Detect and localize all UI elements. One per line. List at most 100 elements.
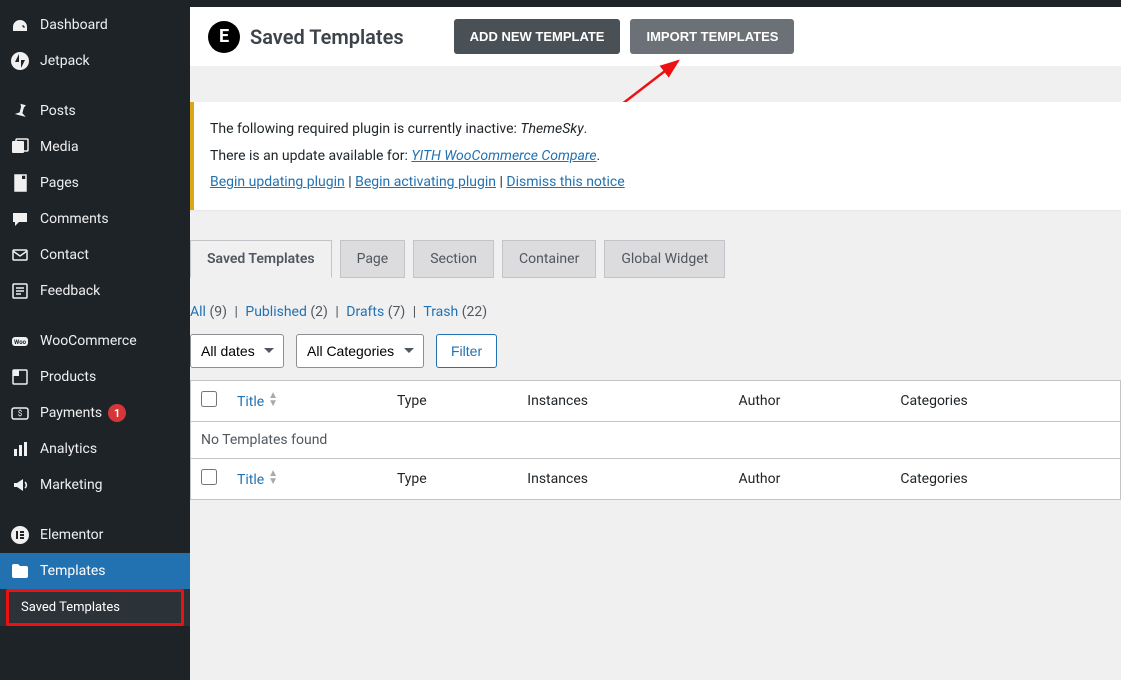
sidebar-item-label: Marketing bbox=[40, 477, 103, 493]
sidebar-item-label: Comments bbox=[40, 211, 109, 227]
notice-plugin-name: ThemeSky bbox=[520, 121, 583, 137]
admin-sidebar: Dashboard Jetpack Posts Media Pages Comments C… bbox=[0, 7, 190, 680]
sidebar-item-dashboard[interactable]: Dashboard bbox=[0, 7, 190, 43]
tab-page[interactable]: Page bbox=[340, 240, 406, 278]
templates-icon bbox=[10, 561, 30, 581]
payments-icon: $ bbox=[10, 403, 30, 423]
sidebar-item-label: Media bbox=[40, 139, 79, 155]
col-categories-footer: Categories bbox=[890, 458, 1120, 499]
page-header: E Saved Templates ADD NEW TEMPLATE IMPOR… bbox=[190, 7, 1121, 66]
tab-section[interactable]: Section bbox=[413, 240, 494, 278]
table-filters: All dates All Categories Filter bbox=[190, 334, 1121, 368]
col-author-footer: Author bbox=[729, 458, 891, 499]
sidebar-item-label: Templates bbox=[40, 563, 106, 579]
subsubsub-filter: All (9) | Published (2) | Drafts (7) | T… bbox=[190, 304, 1121, 320]
sidebar-item-label: WooCommerce bbox=[40, 333, 137, 349]
jetpack-icon bbox=[10, 51, 30, 71]
tab-global-widget[interactable]: Global Widget bbox=[604, 240, 725, 278]
woo-icon: Woo bbox=[10, 331, 30, 351]
sidebar-badge: 1 bbox=[108, 404, 126, 422]
sidebar-item-posts[interactable]: Posts bbox=[0, 93, 190, 129]
sidebar-item-label: Jetpack bbox=[40, 53, 90, 69]
svg-text:$: $ bbox=[18, 409, 23, 418]
sidebar-item-pages[interactable]: Pages bbox=[0, 165, 190, 201]
filter-trash-count: (22) bbox=[462, 304, 487, 320]
sidebar-submenu-saved-templates[interactable]: Saved Templates bbox=[6, 589, 184, 626]
category-filter-select[interactable]: All Categories bbox=[296, 334, 424, 368]
sidebar-item-analytics[interactable]: Analytics bbox=[0, 431, 190, 467]
col-instances-footer: Instances bbox=[517, 458, 728, 499]
sidebar-item-label: Dashboard bbox=[40, 17, 108, 33]
tab-container[interactable]: Container bbox=[502, 240, 596, 278]
admin-bar bbox=[0, 0, 1121, 7]
dashboard-icon bbox=[10, 15, 30, 35]
dismiss-notice-link[interactable]: Dismiss this notice bbox=[506, 174, 624, 190]
pin-icon bbox=[10, 101, 30, 121]
tab-saved-templates[interactable]: Saved Templates bbox=[190, 240, 332, 278]
sidebar-item-comments[interactable]: Comments bbox=[0, 201, 190, 237]
filter-published-count: (2) bbox=[310, 304, 328, 320]
col-title-sort[interactable]: Title▲▼ bbox=[237, 394, 278, 410]
notice-text: The following required plugin is current… bbox=[210, 121, 520, 137]
media-icon bbox=[10, 137, 30, 157]
comments-icon bbox=[10, 209, 30, 229]
sidebar-item-label: Products bbox=[40, 369, 96, 385]
filter-drafts-count: (7) bbox=[388, 304, 406, 320]
sidebar-item-label: Payments bbox=[40, 405, 102, 421]
svg-text:Woo: Woo bbox=[14, 339, 27, 346]
filter-all-count: (9) bbox=[209, 304, 227, 320]
filter-published-link[interactable]: Published bbox=[245, 304, 306, 320]
template-type-tabs: Saved TemplatesPageSectionContainerGloba… bbox=[190, 240, 1121, 278]
sidebar-item-label: Pages bbox=[40, 175, 79, 191]
sidebar-item-label: Posts bbox=[40, 103, 76, 119]
import-templates-button[interactable]: IMPORT TEMPLATES bbox=[630, 19, 794, 54]
sidebar-item-label: Elementor bbox=[40, 527, 103, 543]
select-all-checkbox[interactable] bbox=[201, 391, 217, 407]
templates-table: Title▲▼ Type Instances Author Categories… bbox=[190, 380, 1121, 500]
begin-updating-plugin-link[interactable]: Begin updating plugin bbox=[210, 174, 345, 190]
sidebar-item-media[interactable]: Media bbox=[0, 129, 190, 165]
filter-button[interactable]: Filter bbox=[436, 334, 497, 368]
sidebar-item-contact[interactable]: Contact bbox=[0, 237, 190, 273]
sidebar-item-payments[interactable]: $ Payments 1 bbox=[0, 395, 190, 431]
sidebar-item-marketing[interactable]: Marketing bbox=[0, 467, 190, 503]
date-filter-select[interactable]: All dates bbox=[190, 334, 284, 368]
filter-trash-link[interactable]: Trash bbox=[423, 304, 458, 320]
col-title-sort-footer[interactable]: Title▲▼ bbox=[237, 472, 278, 488]
products-icon bbox=[10, 367, 30, 387]
elementor-logo-icon: E bbox=[208, 21, 240, 53]
sidebar-item-templates[interactable]: Templates bbox=[0, 553, 190, 589]
elementor-icon bbox=[10, 525, 30, 545]
sidebar-item-products[interactable]: Products bbox=[0, 359, 190, 395]
admin-notice: The following required plugin is current… bbox=[190, 102, 1121, 210]
select-all-checkbox-footer[interactable] bbox=[201, 469, 217, 485]
col-author: Author bbox=[729, 380, 891, 421]
filter-drafts-link[interactable]: Drafts bbox=[346, 304, 384, 320]
add-new-template-button[interactable]: ADD NEW TEMPLATE bbox=[454, 19, 621, 54]
table-empty-message: No Templates found bbox=[191, 421, 1121, 458]
col-instances: Instances bbox=[517, 380, 728, 421]
sidebar-item-elementor[interactable]: Elementor bbox=[0, 517, 190, 553]
analytics-icon bbox=[10, 439, 30, 459]
marketing-icon bbox=[10, 475, 30, 495]
sidebar-item-jetpack[interactable]: Jetpack bbox=[0, 43, 190, 79]
begin-activating-plugin-link[interactable]: Begin activating plugin bbox=[355, 174, 496, 190]
main-content: E Saved Templates ADD NEW TEMPLATE IMPOR… bbox=[190, 7, 1121, 680]
notice-update-link[interactable]: YITH WooCommerce Compare bbox=[411, 148, 596, 164]
filter-all-link[interactable]: All bbox=[190, 304, 206, 320]
col-categories: Categories bbox=[890, 380, 1120, 421]
sidebar-item-feedback[interactable]: Feedback bbox=[0, 273, 190, 309]
contact-icon bbox=[10, 245, 30, 265]
sidebar-item-label: Analytics bbox=[40, 441, 97, 457]
sidebar-item-label: Feedback bbox=[40, 283, 100, 299]
page-title: Saved Templates bbox=[250, 25, 404, 49]
sort-icon: ▲▼ bbox=[268, 470, 278, 486]
pages-icon bbox=[10, 173, 30, 193]
notice-text: There is an update available for: bbox=[210, 148, 411, 164]
sidebar-item-label: Contact bbox=[40, 247, 89, 263]
sidebar-item-woocommerce[interactable]: Woo WooCommerce bbox=[0, 323, 190, 359]
col-type-footer: Type bbox=[387, 458, 517, 499]
sort-icon: ▲▼ bbox=[268, 392, 278, 408]
feedback-icon bbox=[10, 281, 30, 301]
col-type: Type bbox=[387, 380, 517, 421]
